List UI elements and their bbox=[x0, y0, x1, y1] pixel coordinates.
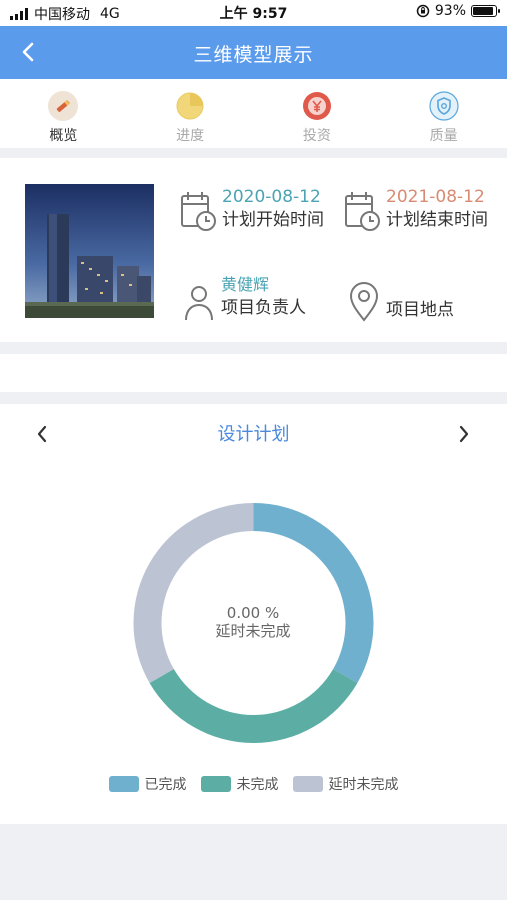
legend-swatch-completed bbox=[108, 776, 139, 792]
tab-overview[interactable]: 概览 bbox=[0, 79, 127, 148]
legend-item-not-completed[interactable]: 未完成 bbox=[200, 774, 279, 794]
pencil-icon bbox=[48, 91, 79, 121]
tab-overview-label: 概览 bbox=[49, 128, 78, 144]
shield-icon bbox=[429, 91, 459, 121]
chart-legend: 已完成 未完成 延时未完成 bbox=[0, 774, 507, 794]
orientation-lock-icon bbox=[416, 4, 430, 18]
tab-progress[interactable]: 进度 bbox=[127, 79, 254, 148]
tab-investment[interactable]: 投资 bbox=[254, 79, 381, 148]
yen-coin-icon bbox=[302, 91, 332, 121]
battery-icon bbox=[471, 5, 500, 17]
tab-quality-label: 质量 bbox=[429, 128, 458, 144]
project-manager-label: 项目负责人 bbox=[221, 298, 306, 318]
calendar-clock-icon bbox=[181, 192, 216, 231]
tab-quality[interactable]: 质量 bbox=[380, 79, 507, 148]
battery-percent: 93% bbox=[434, 3, 466, 19]
plan-start-label: 计划开始时间 bbox=[222, 210, 324, 230]
legend-label-not-completed: 未完成 bbox=[236, 777, 279, 793]
project-location-label: 项目地点 bbox=[386, 300, 454, 320]
tab-bar: 概览 进度 投资 质量 bbox=[0, 79, 507, 148]
plan-end-item: 2021-08-12 计划结束时间 bbox=[344, 186, 488, 232]
tab-progress-label: 进度 bbox=[176, 128, 205, 144]
plan-start-item: 2020-08-12 计划开始时间 bbox=[180, 186, 324, 232]
legend-swatch-delayed bbox=[292, 776, 323, 792]
project-location-item: 项目地点 bbox=[348, 282, 454, 322]
legend-item-delayed[interactable]: 延时未完成 bbox=[292, 774, 399, 794]
plan-start-date: 2020-08-12 bbox=[222, 187, 321, 207]
project-info-card: 2020-08-12 计划开始时间 2021-08-12 计划结束时间 黄健辉 … bbox=[0, 158, 507, 342]
plan-end-date: 2021-08-12 bbox=[386, 187, 485, 207]
project-manager-item: 黄健辉 项目负责人 bbox=[183, 274, 306, 324]
donut-slice-not-completed[interactable] bbox=[149, 669, 358, 743]
page-title: 三维模型展示 bbox=[193, 44, 314, 66]
donut-chart bbox=[133, 503, 374, 743]
person-icon bbox=[185, 286, 213, 321]
status-bar: 中国移动 4G 上午 9:57 93% bbox=[0, 0, 507, 26]
legend-label-completed: 已完成 bbox=[144, 777, 187, 793]
plan-chart-card: 设计计划 0.00 % 延时未完成 已完成 未完成 延时未完成 bbox=[0, 404, 507, 824]
calendar-clock-icon bbox=[345, 192, 380, 231]
donut-center: 0.00 % 延时未完成 bbox=[153, 604, 353, 640]
legend-swatch-not-completed bbox=[200, 776, 231, 792]
pie-progress-icon bbox=[175, 91, 205, 121]
donut-center-value: 0.00 % bbox=[226, 604, 280, 622]
location-pin-icon bbox=[349, 282, 379, 322]
legend-item-completed[interactable]: 已完成 bbox=[108, 774, 187, 794]
plan-end-label: 计划结束时间 bbox=[386, 210, 488, 230]
legend-label-delayed: 延时未完成 bbox=[328, 777, 399, 793]
donut-center-label: 延时未完成 bbox=[215, 622, 291, 640]
project-photo bbox=[25, 184, 154, 318]
empty-section bbox=[0, 354, 507, 392]
tab-investment-label: 投资 bbox=[302, 128, 331, 144]
project-manager-name: 黄健辉 bbox=[221, 275, 270, 294]
status-right: 93% bbox=[416, 3, 500, 19]
nav-bar: 三维模型展示 bbox=[0, 26, 507, 79]
donut-slice-completed[interactable] bbox=[253, 503, 374, 683]
donut-slice-delayed[interactable] bbox=[133, 503, 254, 683]
